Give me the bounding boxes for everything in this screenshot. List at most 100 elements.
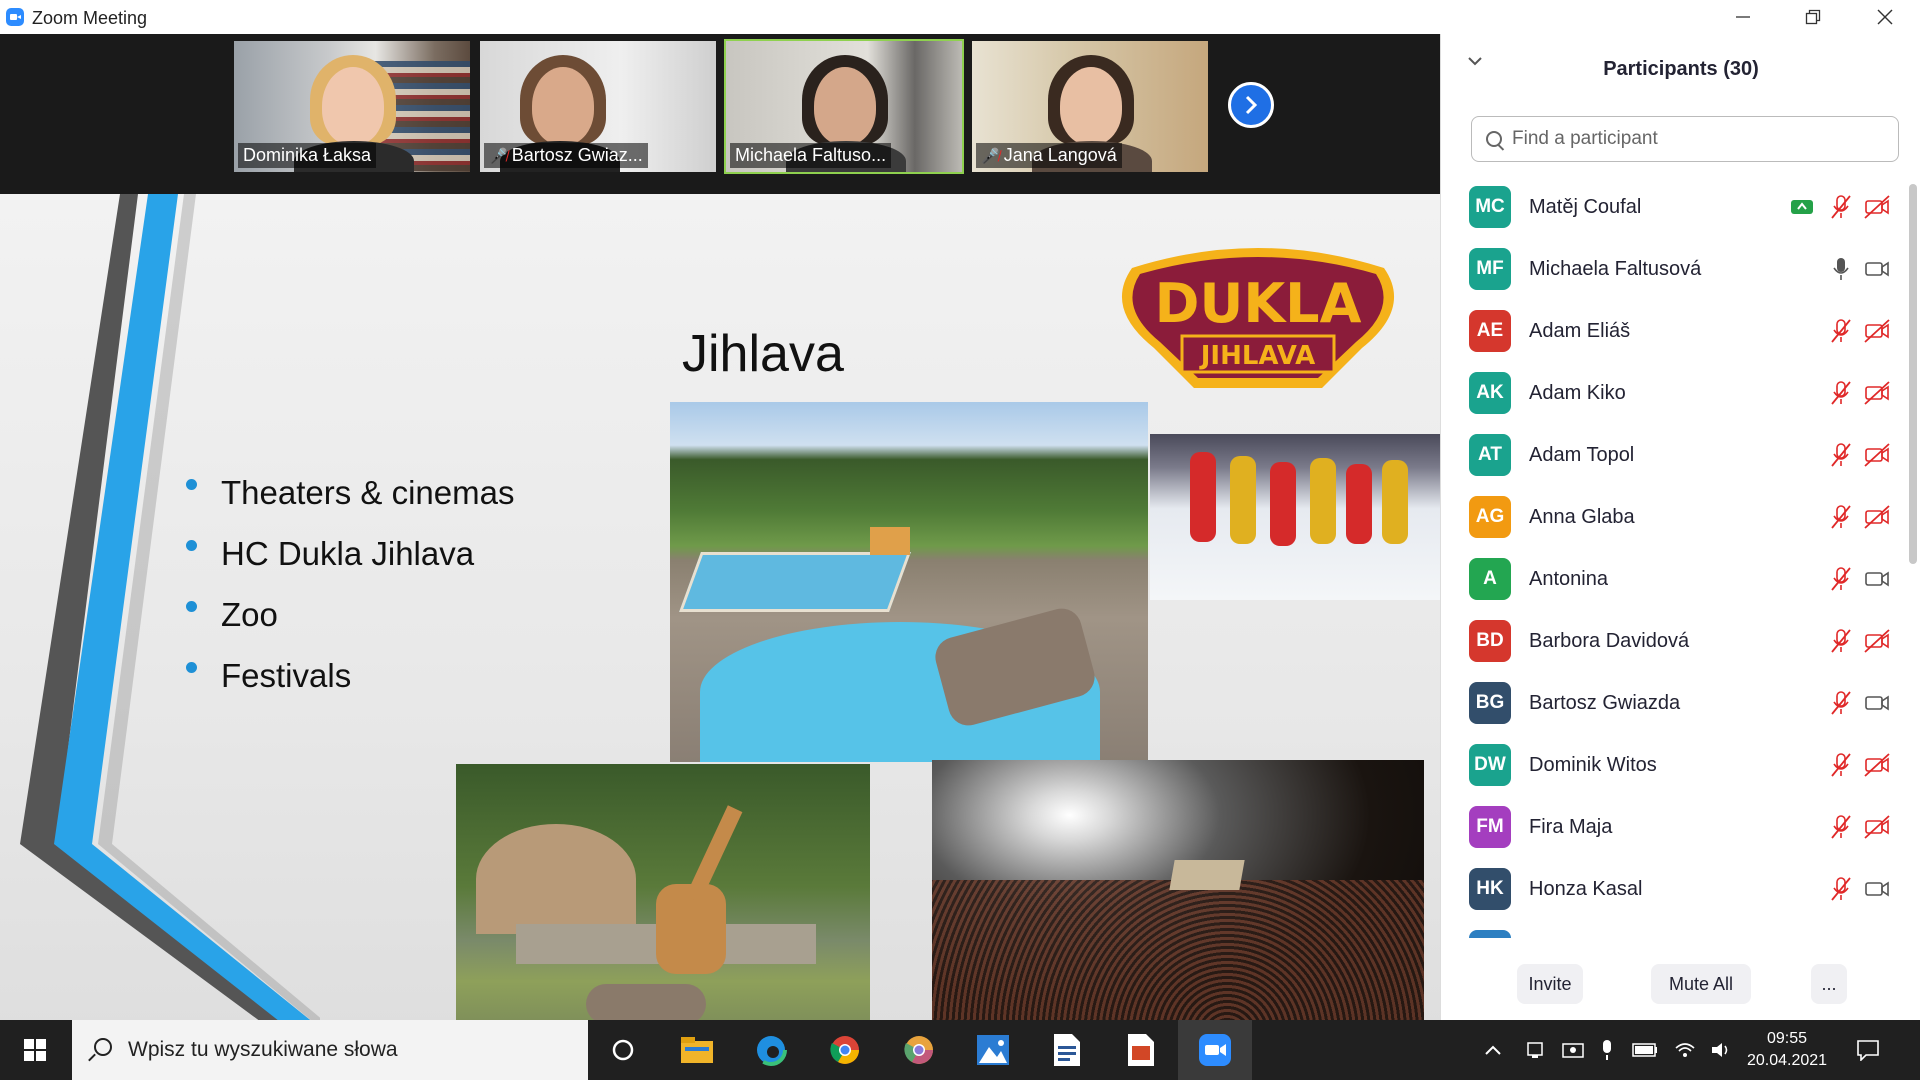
participants-footer: Invite Mute All ... — [1441, 964, 1920, 1020]
video-camera-icon[interactable] — [1863, 255, 1891, 283]
minimize-button[interactable] — [1708, 0, 1778, 34]
close-icon — [1877, 9, 1893, 25]
volume-icon[interactable] — [1710, 1041, 1732, 1059]
participant-row[interactable]: MF Michaela Faltusová — [1441, 238, 1901, 300]
screen-share-icon — [1791, 200, 1813, 214]
video-camera-off-icon[interactable] — [1863, 937, 1891, 938]
network-status-icon[interactable] — [1526, 1041, 1544, 1059]
avatar: BG — [1469, 682, 1511, 724]
battery-icon[interactable] — [1632, 1043, 1658, 1057]
video-camera-icon[interactable] — [1863, 565, 1891, 593]
slide-bullet-list: Theaters & cinemas HC Dukla Jihlava Zoo … — [186, 462, 514, 706]
search-icon — [1486, 131, 1502, 147]
microphone-muted-icon[interactable] — [1827, 317, 1855, 345]
mute-all-button[interactable]: Mute All — [1651, 964, 1751, 1004]
notification-center-icon — [1857, 1040, 1879, 1061]
participant-row[interactable]: DW Dominik Witos — [1441, 734, 1901, 796]
taskbar-clock[interactable]: 09:55 20.04.2021 — [1740, 1028, 1834, 1072]
video-tile-active-speaker[interactable]: Michaela Faltuso... — [724, 39, 964, 174]
taskbar-app-chrome[interactable] — [808, 1020, 882, 1080]
participant-search-box[interactable] — [1471, 116, 1899, 162]
participant-row[interactable]: JKJan Kalenbini... — [1441, 920, 1901, 938]
festival-crowd-photo — [932, 760, 1424, 1036]
taskbar-app-powerpoint-document[interactable] — [1104, 1020, 1178, 1080]
video-camera-off-icon[interactable] — [1863, 503, 1891, 531]
participants-scrollbar[interactable] — [1909, 184, 1917, 564]
taskbar-search-box[interactable]: Wpisz tu wyszukiwane słowa — [72, 1020, 588, 1080]
participant-row[interactable]: AK Adam Kiko — [1441, 362, 1901, 424]
microphone-muted-icon[interactable] — [1827, 751, 1855, 779]
video-camera-off-icon[interactable] — [1863, 627, 1891, 655]
close-button[interactable] — [1850, 0, 1920, 34]
microphone-muted-icon[interactable] — [1827, 441, 1855, 469]
video-camera-icon[interactable] — [1863, 689, 1891, 717]
microphone-muted-icon[interactable] — [1827, 193, 1855, 221]
mic-muted-icon: 🎤̸ — [981, 148, 1000, 165]
avatar: AT — [1469, 434, 1511, 476]
participant-row[interactable]: BG Bartosz Gwiazda — [1441, 672, 1901, 734]
participant-row[interactable]: AG Anna Glaba — [1441, 486, 1901, 548]
taskbar-app-zoom[interactable] — [1178, 1020, 1252, 1080]
minimize-icon — [1736, 16, 1750, 18]
microphone-muted-icon[interactable] — [1827, 503, 1855, 531]
tile-name-label: Dominika Łaksa — [238, 143, 377, 168]
avatar: AK — [1469, 372, 1511, 414]
participants-title: Participants (30) — [1603, 58, 1759, 80]
participant-row[interactable]: BD Barbora Davidová — [1441, 610, 1901, 672]
taskbar-app-file-explorer[interactable] — [660, 1020, 734, 1080]
participant-search-input[interactable] — [1512, 128, 1872, 150]
taskbar-app-word-document[interactable] — [1030, 1020, 1104, 1080]
notifications-button[interactable] — [1856, 1020, 1880, 1080]
screen-capture-icon[interactable] — [1562, 1041, 1584, 1059]
video-camera-off-icon[interactable] — [1863, 441, 1891, 469]
video-tile[interactable]: 🎤̸ Jana Langová — [970, 39, 1210, 174]
microphone-muted-icon[interactable] — [1827, 875, 1855, 903]
taskbar-app-photos[interactable] — [956, 1020, 1030, 1080]
participant-face — [532, 67, 594, 145]
bullet-item: Zoo — [186, 584, 514, 645]
participant-row[interactable]: A Antonina — [1441, 548, 1901, 610]
start-button[interactable] — [0, 1020, 70, 1080]
invite-button[interactable]: Invite — [1517, 964, 1583, 1004]
microphone-icon[interactable] — [1600, 1039, 1614, 1061]
tile-name-label: 🎤̸ Bartosz Gwiaz... — [484, 143, 648, 168]
microphone-muted-icon[interactable] — [1827, 937, 1855, 938]
restore-button[interactable] — [1778, 0, 1848, 34]
more-options-button[interactable]: ... — [1811, 964, 1847, 1004]
video-camera-off-icon[interactable] — [1863, 813, 1891, 841]
microphone-muted-icon[interactable] — [1827, 689, 1855, 717]
next-page-button[interactable] — [1228, 82, 1274, 128]
participant-row[interactable]: AT Adam Topol — [1441, 424, 1901, 486]
avatar: FM — [1469, 806, 1511, 848]
video-camera-icon[interactable] — [1863, 875, 1891, 903]
wifi-icon[interactable] — [1674, 1041, 1696, 1059]
video-tile[interactable]: 🎤̸ Bartosz Gwiaz... — [478, 39, 718, 174]
avatar: MF — [1469, 248, 1511, 290]
microphone-muted-icon[interactable] — [1827, 565, 1855, 593]
video-camera-off-icon[interactable] — [1863, 751, 1891, 779]
window-title: Zoom Meeting — [32, 8, 148, 28]
tile-name-label: Michaela Faltuso... — [730, 143, 892, 168]
tile-name-label: 🎤̸ Jana Langová — [976, 143, 1122, 168]
participant-row[interactable]: FM Fira Maja — [1441, 796, 1901, 858]
participant-row[interactable]: AE Adam Eliáš — [1441, 300, 1901, 362]
microphone-icon[interactable] — [1827, 255, 1855, 283]
microphone-muted-icon[interactable] — [1827, 813, 1855, 841]
chevron-up-icon[interactable] — [1484, 1043, 1502, 1057]
video-tile[interactable]: Dominika Łaksa — [232, 39, 472, 174]
video-camera-off-icon[interactable] — [1863, 317, 1891, 345]
taskbar-app-edge[interactable] — [734, 1020, 808, 1080]
video-camera-off-icon[interactable] — [1863, 193, 1891, 221]
cortana-button[interactable] — [586, 1020, 660, 1080]
taskbar-search-placeholder: Wpisz tu wyszukiwane słowa — [128, 1038, 398, 1061]
participant-row[interactable]: HK Honza Kasal — [1441, 858, 1901, 920]
microphone-muted-icon[interactable] — [1827, 379, 1855, 407]
participant-row[interactable]: MC Matěj Coufal — [1441, 176, 1901, 238]
shared-screen-slide: Jihlava Theaters & cinemas HC Dukla Jihl… — [0, 194, 1440, 1036]
taskbar-app-chrome-canary[interactable] — [882, 1020, 956, 1080]
participant-name: Dominik Witos — [1529, 753, 1657, 776]
photos-icon — [977, 1035, 1009, 1065]
avatar: BD — [1469, 620, 1511, 662]
microphone-muted-icon[interactable] — [1827, 627, 1855, 655]
video-camera-off-icon[interactable] — [1863, 379, 1891, 407]
